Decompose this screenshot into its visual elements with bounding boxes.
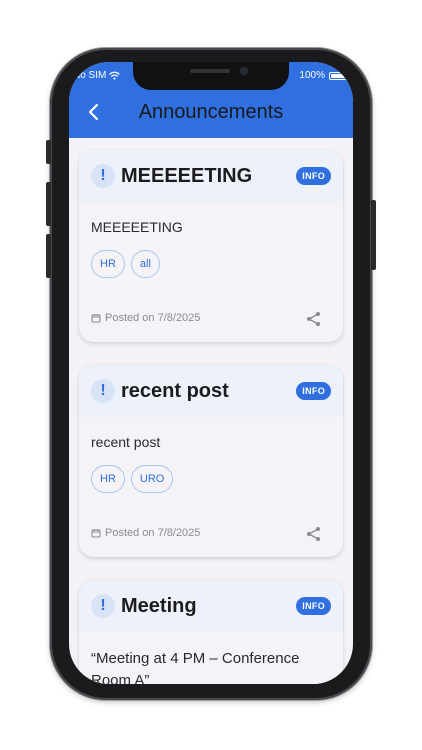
- tag-chip[interactable]: HR: [91, 250, 125, 278]
- volume-up-button: [46, 182, 51, 226]
- posted-date-text: Posted on 7/8/2025: [105, 527, 201, 539]
- card-header: ! MEEEEETING INFO: [79, 150, 343, 202]
- tag-chip[interactable]: all: [130, 250, 160, 278]
- phone-screen: No SIM 100% Announcements ! MEEEEETING I…: [69, 62, 353, 684]
- card-body: “Meeting at 4 PM – Conference Room A”: [79, 632, 343, 684]
- card-footer: Posted on 7/8/2025: [79, 517, 343, 557]
- announcement-card[interactable]: ! Meeting INFO “Meeting at 4 PM – Confer…: [79, 580, 343, 684]
- card-description: “Meeting at 4 PM – Conference Room A”: [91, 650, 300, 684]
- battery-status: 100%: [299, 70, 347, 81]
- card-title: recent post: [121, 380, 229, 402]
- info-badge: INFO: [296, 382, 331, 400]
- share-icon[interactable]: [305, 310, 323, 328]
- app-bar: No SIM 100% Announcements: [69, 62, 353, 138]
- posted-date: Posted on 7/8/2025: [91, 312, 200, 324]
- card-header: ! Meeting INFO: [79, 580, 343, 632]
- exclamation-icon: !: [91, 594, 115, 618]
- tag-chip[interactable]: HR: [91, 465, 125, 493]
- carrier-status: No SIM: [73, 70, 121, 81]
- card-description: recent post: [91, 434, 161, 450]
- exclamation-icon: !: [91, 164, 115, 188]
- exclamation-icon: !: [91, 379, 115, 403]
- card-footer: Posted on 7/8/2025: [79, 302, 343, 342]
- card-description: MEEEEETING: [91, 219, 183, 235]
- card-title: Meeting: [121, 595, 197, 617]
- info-badge: INFO: [296, 597, 331, 615]
- tag-list: HR all: [91, 250, 331, 278]
- mute-switch: [46, 140, 51, 164]
- volume-down-button: [46, 234, 51, 278]
- announcement-card[interactable]: ! MEEEEETING INFO MEEEEETING HR all Post…: [79, 150, 343, 342]
- speaker-grille: [190, 69, 230, 73]
- calendar-icon: [91, 529, 101, 538]
- wifi-icon: [109, 71, 121, 80]
- card-header: ! recent post INFO: [79, 365, 343, 417]
- card-body: MEEEEETING HR all: [79, 202, 343, 278]
- carrier-label: No SIM: [73, 70, 107, 81]
- tag-list: HR URO: [91, 465, 331, 493]
- share-icon[interactable]: [305, 525, 323, 543]
- tag-chip[interactable]: URO: [130, 465, 174, 493]
- posted-date-text: Posted on 7/8/2025: [105, 312, 201, 324]
- announcement-list[interactable]: ! MEEEEETING INFO MEEEEETING HR all Post…: [69, 138, 353, 684]
- front-camera: [240, 67, 248, 75]
- announcement-card[interactable]: ! recent post INFO recent post HR URO Po…: [79, 365, 343, 557]
- calendar-icon: [91, 314, 101, 323]
- battery-icon: [329, 71, 347, 80]
- card-title: MEEEEETING: [121, 165, 253, 187]
- info-badge: INFO: [296, 167, 331, 185]
- notch: [133, 62, 289, 90]
- power-button: [371, 200, 376, 270]
- card-body: recent post HR URO: [79, 417, 343, 493]
- posted-date: Posted on 7/8/2025: [91, 527, 200, 539]
- battery-label: 100%: [299, 70, 325, 81]
- page-title: Announcements: [138, 101, 284, 123]
